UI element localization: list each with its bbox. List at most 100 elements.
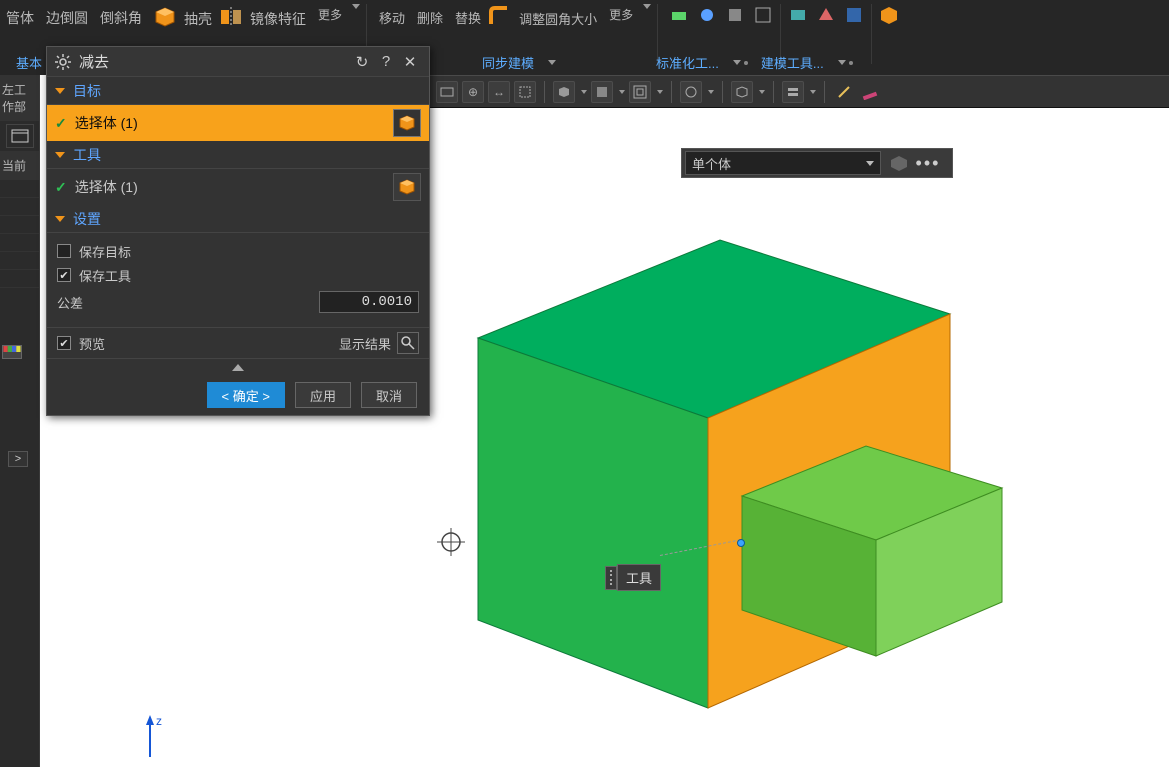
dialog-titlebar[interactable]: 减去 ↻ ? ✕ xyxy=(47,47,429,77)
rib-item-chamfer[interactable]: 倒斜角 xyxy=(94,4,148,32)
chevron-down-icon[interactable] xyxy=(810,90,816,94)
separator xyxy=(824,81,825,103)
annotation-label: 工具 xyxy=(617,564,661,591)
tolerance-label: 公差 xyxy=(57,293,83,312)
subtract-dialog: 减去 ↻ ? ✕ 目标 ✓ 选择体 (1) 工具 ✓ 选择体 (1) 设置 保存… xyxy=(46,46,430,416)
ok-button[interactable]: < 确定 > xyxy=(207,382,285,408)
icon-btn-1[interactable] xyxy=(668,4,690,26)
annotation-callout[interactable]: 工具 xyxy=(605,564,661,591)
dialog-title: 减去 xyxy=(79,51,349,72)
left-window-icon[interactable] xyxy=(6,124,34,148)
left-expand-button[interactable]: > xyxy=(8,451,28,467)
tab-tool[interactable]: 建模工具... xyxy=(751,50,834,75)
rib-item-move[interactable]: 移动 xyxy=(373,4,411,31)
left-sidebar: 左工作部 当前 > xyxy=(0,75,40,767)
tb-arrow-icon[interactable]: ↔ xyxy=(488,81,510,103)
annotation-anchor[interactable] xyxy=(737,539,745,547)
filter-icon[interactable] xyxy=(887,153,910,173)
icon-btn-7[interactable] xyxy=(843,4,865,26)
collapse-handle[interactable] xyxy=(47,359,429,375)
icon-btn-2[interactable] xyxy=(696,4,718,26)
tb-sel-icon[interactable] xyxy=(514,81,536,103)
rib-item-replace[interactable]: 替换 xyxy=(449,4,487,31)
checkbox-label: 保存目标 xyxy=(79,242,131,261)
left-row[interactable] xyxy=(0,180,39,198)
chevron-down-icon xyxy=(733,60,741,65)
chevron-down-icon xyxy=(548,60,556,65)
rib-item-resize-fillet[interactable]: 调整圆角大小 xyxy=(513,5,603,32)
tolerance-input[interactable] xyxy=(319,291,419,313)
chevron-down-icon[interactable] xyxy=(657,90,663,94)
left-palette-icon[interactable] xyxy=(2,345,22,359)
section-label: 工具 xyxy=(73,145,101,165)
rib-item-shell[interactable]: 抽壳 xyxy=(178,5,218,33)
collapse-arrow-icon xyxy=(55,88,65,94)
tb-measure-icon[interactable] xyxy=(859,81,881,103)
left-row[interactable] xyxy=(0,216,39,234)
checkbox-unchecked[interactable] xyxy=(57,244,71,258)
axis-z-label: z xyxy=(156,714,162,728)
section-header-settings[interactable]: 设置 xyxy=(47,205,429,233)
rib-more1[interactable]: 更多 xyxy=(318,6,342,23)
rib-item-mirror[interactable]: 镜像特征 xyxy=(244,5,312,33)
drag-handle-icon[interactable] xyxy=(605,566,617,590)
chevron-down-icon[interactable] xyxy=(581,90,587,94)
model-scene[interactable] xyxy=(420,210,1040,770)
chevron-down-icon[interactable] xyxy=(759,90,765,94)
separator xyxy=(722,81,723,103)
tb-layer-icon[interactable] xyxy=(782,81,804,103)
close-button[interactable]: ✕ xyxy=(399,51,421,73)
icon-btn-5[interactable] xyxy=(787,4,809,26)
tb-box-icon[interactable] xyxy=(629,81,651,103)
icon-btn-8[interactable] xyxy=(878,4,900,26)
tb-view-icon[interactable] xyxy=(680,81,702,103)
selection-dropdown[interactable]: 单个体 xyxy=(685,151,881,175)
show-result-button[interactable] xyxy=(397,332,419,354)
rib-more2[interactable]: 更多 xyxy=(609,6,633,23)
preview-checkbox[interactable] xyxy=(57,336,71,350)
save-target-checkbox-row[interactable]: 保存目标 xyxy=(57,239,419,263)
chevron-down-icon[interactable] xyxy=(708,90,714,94)
body-picker-button[interactable] xyxy=(393,109,421,137)
selection-value: 单个体 xyxy=(692,154,731,173)
check-icon: ✓ xyxy=(55,115,67,132)
icon-btn-3[interactable] xyxy=(724,4,746,26)
left-row[interactable] xyxy=(0,252,39,270)
rib-item-tube[interactable]: 管体 xyxy=(0,4,40,32)
settings-body: 保存目标 保存工具 公差 xyxy=(47,233,429,327)
chevron-down-icon[interactable] xyxy=(619,90,625,94)
body-picker-button[interactable] xyxy=(393,173,421,201)
tb-face-icon[interactable] xyxy=(591,81,613,103)
collapse-arrow-icon xyxy=(55,152,65,158)
separator xyxy=(671,81,672,103)
left-row[interactable] xyxy=(0,198,39,216)
select-tool-row[interactable]: ✓ 选择体 (1) xyxy=(47,169,429,205)
tb-point-icon[interactable]: ⊕ xyxy=(462,81,484,103)
tab-std[interactable]: 标准化工... xyxy=(646,50,729,75)
left-header: 左工作部 xyxy=(0,75,39,121)
section-header-target[interactable]: 目标 xyxy=(47,77,429,105)
help-button[interactable]: ? xyxy=(375,51,397,73)
icon-btn-6[interactable] xyxy=(815,4,837,26)
tb-iso-icon[interactable] xyxy=(731,81,753,103)
tb-solid-icon[interactable] xyxy=(553,81,575,103)
shell-icon xyxy=(152,4,178,33)
reset-button[interactable]: ↻ xyxy=(351,51,373,73)
checkbox-checked[interactable] xyxy=(57,268,71,282)
more-icon[interactable]: ••• xyxy=(916,153,940,173)
tb-wand-icon[interactable] xyxy=(833,81,855,103)
save-tool-checkbox-row[interactable]: 保存工具 xyxy=(57,263,419,287)
section-header-tool[interactable]: 工具 xyxy=(47,141,429,169)
left-row[interactable] xyxy=(0,270,39,288)
select-target-row[interactable]: ✓ 选择体 (1) xyxy=(47,105,429,141)
icon-btn-4[interactable] xyxy=(752,4,774,26)
rib-item-edge-round[interactable]: 边倒圆 xyxy=(40,4,94,32)
rib-item-delete[interactable]: 删除 xyxy=(411,4,449,31)
cancel-button[interactable]: 取消 xyxy=(361,382,417,408)
preview-label: 预览 xyxy=(79,334,105,353)
apply-button[interactable]: 应用 xyxy=(295,382,351,408)
tab-sync[interactable]: 同步建模 xyxy=(472,50,544,75)
preview-row: 预览 显示结果 xyxy=(47,327,429,359)
tb-plane-icon[interactable] xyxy=(436,81,458,103)
left-row[interactable] xyxy=(0,234,39,252)
